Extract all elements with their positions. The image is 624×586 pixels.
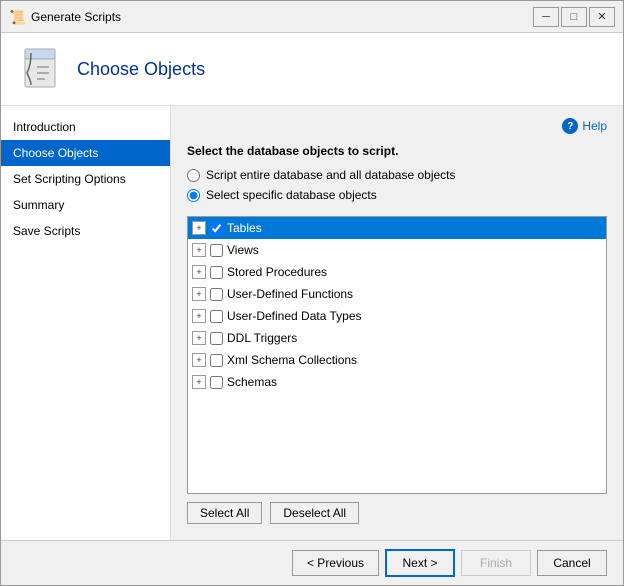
radio-group: Script entire database and all database … (187, 168, 607, 208)
minimize-button[interactable]: ─ (533, 7, 559, 27)
main-content: Introduction Choose Objects Set Scriptin… (1, 106, 623, 540)
tree-item-tables[interactable]: + Tables (188, 217, 606, 239)
checkbox-uddt[interactable] (210, 310, 223, 323)
tree-item-ddl-triggers[interactable]: + DDL Triggers (188, 327, 606, 349)
checkbox-views[interactable] (210, 244, 223, 257)
checkbox-xml-schema[interactable] (210, 354, 223, 367)
sidebar-item-save-scripts[interactable]: Save Scripts (1, 218, 170, 244)
expand-views[interactable]: + (192, 243, 206, 257)
right-panel: ? Help Select the database objects to sc… (171, 106, 623, 540)
tree-item-user-defined-functions[interactable]: + User-Defined Functions (188, 283, 606, 305)
maximize-button[interactable]: □ (561, 7, 587, 27)
checkbox-stored-procedures[interactable] (210, 266, 223, 279)
page-title: Choose Objects (77, 59, 205, 80)
radio-specific-objects-input[interactable] (187, 189, 200, 202)
expand-tables[interactable]: + (192, 221, 206, 235)
help-label: Help (582, 119, 607, 133)
title-bar: 📜 Generate Scripts ─ □ ✕ (1, 1, 623, 33)
header: Choose Objects (1, 33, 623, 106)
finish-button[interactable]: Finish (461, 550, 531, 576)
deselect-all-button[interactable]: Deselect All (270, 502, 359, 524)
label-ddl-triggers: DDL Triggers (227, 331, 297, 345)
help-link[interactable]: ? Help (187, 118, 607, 134)
tree-item-stored-procedures[interactable]: + Stored Procedures (188, 261, 606, 283)
header-icon (17, 45, 65, 93)
window: 📜 Generate Scripts ─ □ ✕ Choose Objects … (0, 0, 624, 586)
section-label: Select the database objects to script. (187, 144, 607, 158)
sidebar-item-set-scripting-options[interactable]: Set Scripting Options (1, 166, 170, 192)
sidebar-item-introduction[interactable]: Introduction (1, 114, 170, 140)
window-title: Generate Scripts (31, 10, 533, 24)
sidebar-item-summary[interactable]: Summary (1, 192, 170, 218)
app-icon: 📜 (9, 9, 25, 25)
label-schemas: Schemas (227, 375, 277, 389)
expand-xml-schema[interactable]: + (192, 353, 206, 367)
previous-button[interactable]: < Previous (292, 550, 379, 576)
radio-entire-db[interactable]: Script entire database and all database … (187, 168, 607, 182)
select-buttons: Select All Deselect All (187, 502, 607, 524)
radio-specific-objects-label: Select specific database objects (206, 188, 377, 202)
expand-uddt[interactable]: + (192, 309, 206, 323)
label-tables: Tables (227, 221, 262, 235)
radio-specific-objects[interactable]: Select specific database objects (187, 188, 607, 202)
expand-schemas[interactable]: + (192, 375, 206, 389)
tree-item-xml-schema-collections[interactable]: + Xml Schema Collections (188, 349, 606, 371)
radio-entire-db-input[interactable] (187, 169, 200, 182)
label-uddt: User-Defined Data Types (227, 309, 362, 323)
radio-entire-db-label: Script entire database and all database … (206, 168, 456, 182)
checkbox-schemas[interactable] (210, 376, 223, 389)
expand-udf[interactable]: + (192, 287, 206, 301)
help-icon: ? (562, 118, 578, 134)
sidebar-item-choose-objects[interactable]: Choose Objects (1, 140, 170, 166)
checkbox-udf[interactable] (210, 288, 223, 301)
select-all-button[interactable]: Select All (187, 502, 262, 524)
window-controls: ─ □ ✕ (533, 7, 615, 27)
next-button[interactable]: Next > (385, 549, 455, 577)
checkbox-tables[interactable] (210, 222, 223, 235)
tree-item-user-defined-data-types[interactable]: + User-Defined Data Types (188, 305, 606, 327)
sidebar: Introduction Choose Objects Set Scriptin… (1, 106, 171, 540)
tree-item-views[interactable]: + Views (188, 239, 606, 261)
footer: < Previous Next > Finish Cancel (1, 540, 623, 585)
tree-item-schemas[interactable]: + Schemas (188, 371, 606, 393)
label-xml-schema: Xml Schema Collections (227, 353, 357, 367)
cancel-button[interactable]: Cancel (537, 550, 607, 576)
label-udf: User-Defined Functions (227, 287, 353, 301)
label-views: Views (227, 243, 259, 257)
label-stored-procedures: Stored Procedures (227, 265, 327, 279)
expand-ddl-triggers[interactable]: + (192, 331, 206, 345)
expand-stored-procedures[interactable]: + (192, 265, 206, 279)
close-button[interactable]: ✕ (589, 7, 615, 27)
tree-container[interactable]: + Tables + Views + Stored Procedures (187, 216, 607, 494)
checkbox-ddl-triggers[interactable] (210, 332, 223, 345)
